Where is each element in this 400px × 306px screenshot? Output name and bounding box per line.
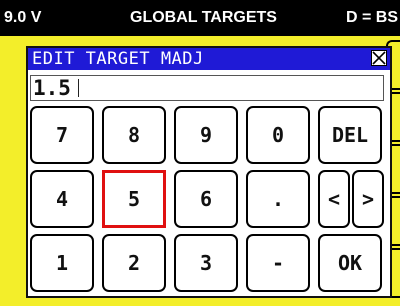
- key-5[interactable]: 5: [102, 170, 166, 228]
- display-mode-label: D = BS: [346, 9, 399, 26]
- key-decimal[interactable]: .: [246, 170, 310, 228]
- edit-dialog: EDIT TARGET MADJ 1.5 7 8 9 0 DEL 4 5 6 .…: [26, 46, 392, 298]
- key-8[interactable]: 8: [102, 106, 166, 164]
- close-icon[interactable]: [371, 50, 387, 66]
- dialog-title: EDIT TARGET MADJ: [32, 49, 204, 69]
- key-3[interactable]: 3: [174, 234, 238, 292]
- key-minus[interactable]: -: [246, 234, 310, 292]
- delete-button[interactable]: DEL: [318, 106, 382, 164]
- dialog-title-bar: EDIT TARGET MADJ: [28, 48, 390, 70]
- value-input[interactable]: 1.5: [30, 75, 384, 101]
- cursor-left-button[interactable]: <: [318, 170, 350, 228]
- key-2[interactable]: 2: [102, 234, 166, 292]
- key-4[interactable]: 4: [30, 170, 94, 228]
- key-6[interactable]: 6: [174, 170, 238, 228]
- screen-title: GLOBAL TARGETS: [130, 9, 277, 26]
- key-0[interactable]: 0: [246, 106, 310, 164]
- text-caret: [78, 79, 79, 97]
- voltage-readout: 9.0 V: [4, 9, 42, 26]
- key-1[interactable]: 1: [30, 234, 94, 292]
- cursor-right-button[interactable]: >: [352, 170, 384, 228]
- key-9[interactable]: 9: [174, 106, 238, 164]
- status-bar: 9.0 V GLOBAL TARGETS D = BS: [0, 0, 400, 36]
- key-7[interactable]: 7: [30, 106, 94, 164]
- value-text: 1.5: [33, 76, 71, 100]
- ok-button[interactable]: OK: [318, 234, 382, 292]
